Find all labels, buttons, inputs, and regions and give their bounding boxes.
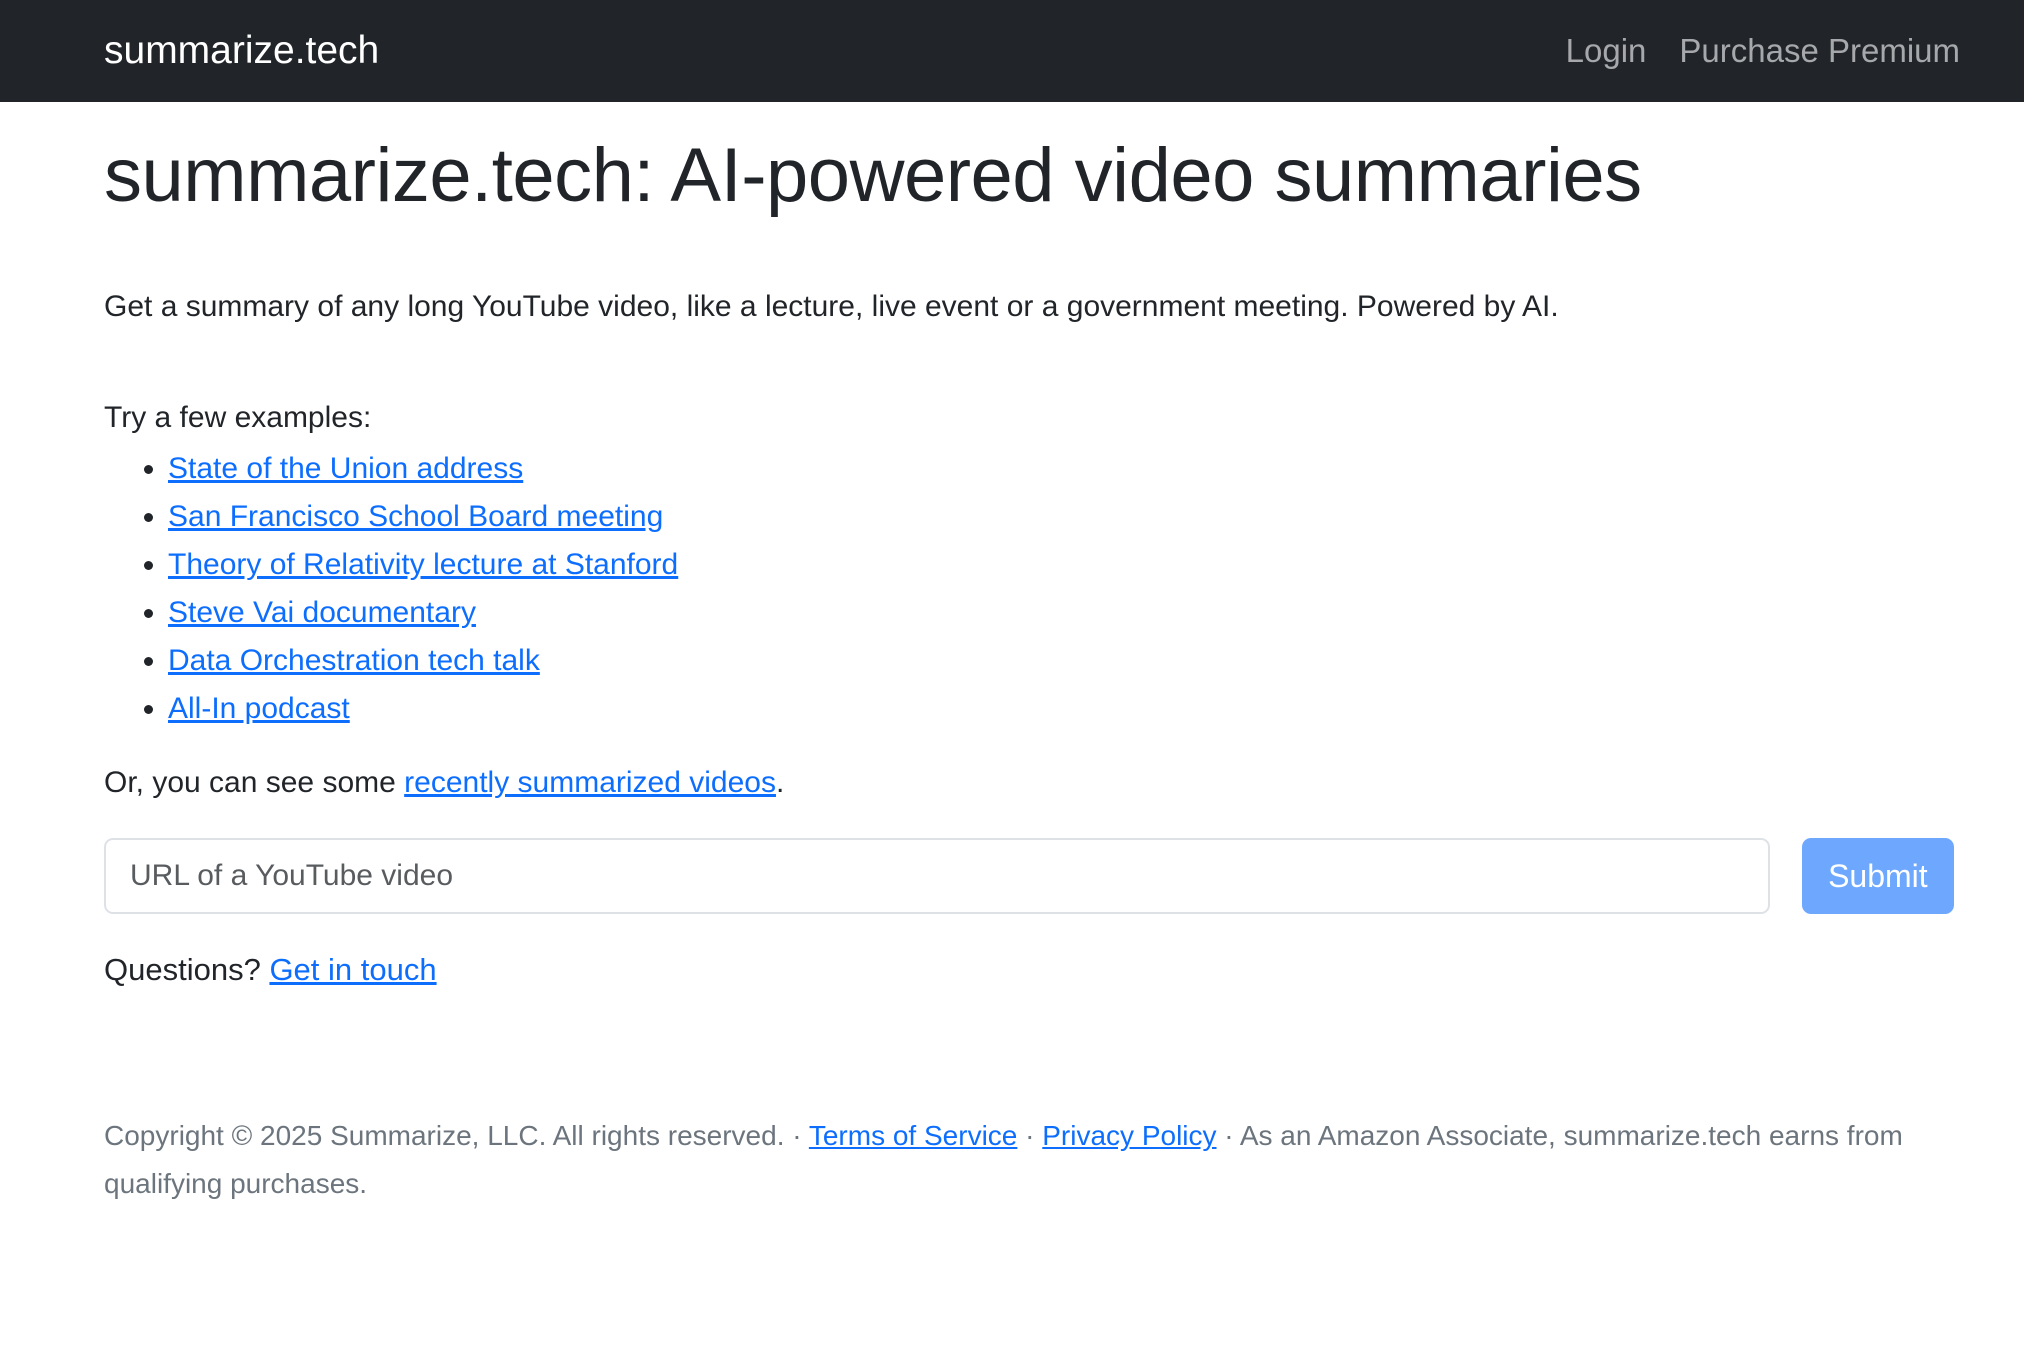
youtube-url-input[interactable] <box>104 838 1770 915</box>
examples-intro: Try a few examples: <box>104 401 372 435</box>
questions-prefix: Questions? <box>104 952 270 988</box>
recent-line: Or, you can see some recently summarized… <box>104 733 1954 802</box>
brand-link[interactable]: summarize.tech <box>104 29 379 73</box>
get-in-touch-link[interactable]: Get in touch <box>269 952 436 987</box>
summarize-form: Submit <box>104 838 1954 915</box>
recent-videos-link[interactable]: recently summarized videos <box>404 766 776 799</box>
login-link[interactable]: Login <box>1566 32 1647 70</box>
example-link-relativity-lecture[interactable]: Theory of Relativity lecture at Stanford <box>168 548 678 581</box>
privacy-policy-link[interactable]: Privacy Policy <box>1042 1120 1216 1151</box>
footer: Copyright © 2025 Summarize, LLC. All rig… <box>104 990 1964 1208</box>
example-link-state-of-union[interactable]: State of the Union address <box>168 452 523 485</box>
nav-links: Login Purchase Premium <box>1566 32 1960 70</box>
page-title: summarize.tech: AI-powered video summari… <box>104 133 1642 218</box>
lead-text: Get a summary of any long YouTube video,… <box>104 290 1559 324</box>
navbar: summarize.tech Login Purchase Premium <box>0 0 2024 102</box>
list-item: Theory of Relativity lecture at Stanford <box>168 541 1954 589</box>
example-link-sf-school-board[interactable]: San Francisco School Board meeting <box>168 500 663 533</box>
list-item: Steve Vai documentary <box>168 589 1954 637</box>
copyright-text: Copyright © 2025 Summarize, LLC. All rig… <box>104 1120 809 1152</box>
example-link-steve-vai[interactable]: Steve Vai documentary <box>168 596 476 629</box>
example-link-all-in-podcast[interactable]: All-In podcast <box>168 692 350 725</box>
list-item: State of the Union address <box>168 445 1954 493</box>
terms-of-service-link[interactable]: Terms of Service <box>809 1120 1018 1151</box>
footer-separator: · <box>1017 1120 1043 1152</box>
list-item: Data Orchestration tech talk <box>168 637 1954 685</box>
list-item: San Francisco School Board meeting <box>168 493 1954 541</box>
example-link-data-orchestration[interactable]: Data Orchestration tech talk <box>168 644 540 677</box>
list-item: All-In podcast <box>168 685 1954 733</box>
recent-suffix: . <box>775 766 785 800</box>
examples-list: State of the Union address San Francisco… <box>104 445 1954 733</box>
main-content: summarize.tech: AI-powered video summari… <box>0 102 2024 1208</box>
purchase-premium-link[interactable]: Purchase Premium <box>1679 32 1960 70</box>
submit-button[interactable]: Submit <box>1801 838 1954 915</box>
recent-prefix: Or, you can see some <box>104 766 405 800</box>
questions-line: Questions? Get in touch <box>104 914 1954 990</box>
